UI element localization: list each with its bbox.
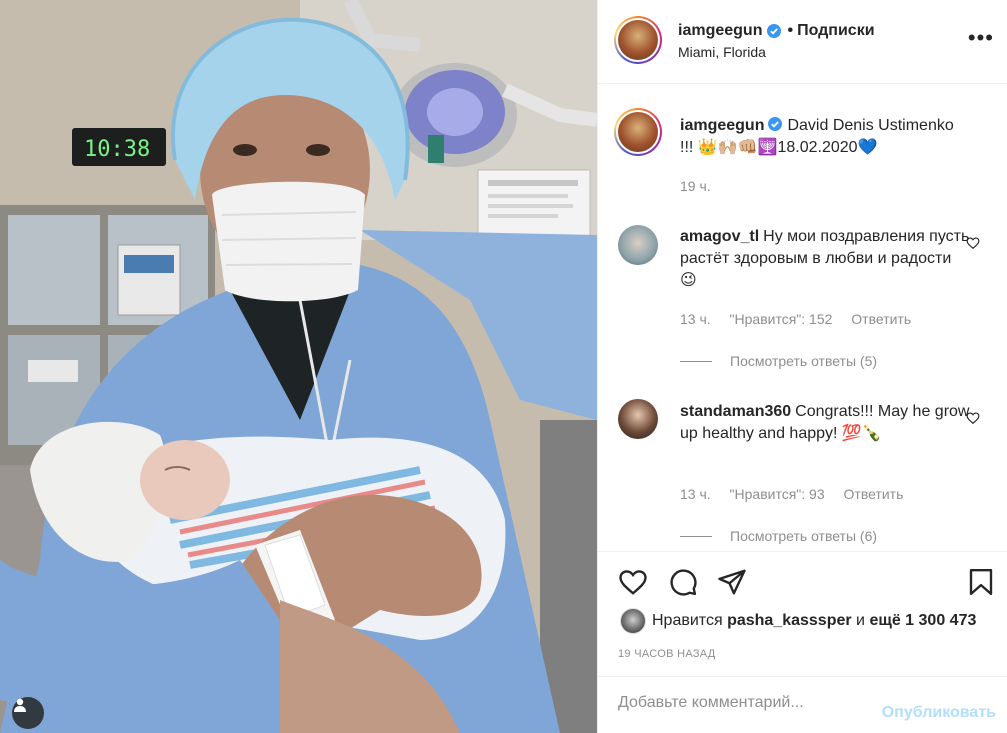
post-panel: iamgeegun • Подписки Miami, Florida ••• … [597, 0, 1007, 733]
view-replies-label: Посмотреть ответы (6) [730, 528, 878, 544]
comment-meta: 13 ч. "Нравится": 93 Ответить [680, 486, 918, 502]
comment-item: standaman360 Congrats!!! May he grow up h… [680, 401, 970, 445]
author-line: iamgeegun • Подписки [678, 22, 875, 40]
liker-avatar[interactable] [620, 608, 646, 634]
reply-button[interactable]: Ответить [851, 311, 911, 327]
comment-input[interactable] [618, 694, 868, 712]
comment-avatar[interactable] [618, 225, 658, 265]
comment-likes[interactable]: "Нравится": 93 [730, 486, 825, 502]
heart-icon[interactable] [618, 567, 648, 597]
post-location[interactable]: Miami, Florida [678, 44, 766, 60]
caption-meta: 19 ч. [680, 178, 726, 194]
author-username[interactable]: iamgeegun [678, 22, 762, 40]
caption-username[interactable]: iamgeegun [680, 117, 764, 134]
comment-icon[interactable] [668, 567, 698, 597]
view-replies-button[interactable]: Посмотреть ответы (5) [680, 353, 877, 369]
comment-likes[interactable]: "Нравится": 152 [730, 311, 833, 327]
bookmark-icon[interactable] [966, 567, 996, 597]
comments-section[interactable]: iamgeegun David Denis Ustimenko !!! 👑🙌🏼👊🏼… [598, 85, 1007, 551]
separator-dot: • [787, 22, 794, 39]
more-icon: ••• [967, 25, 994, 50]
comment-time[interactable]: 13 ч. [680, 486, 711, 502]
likes-prefix: Нравится [652, 612, 723, 629]
share-icon[interactable] [717, 567, 747, 597]
likes-summary: Нравится pasha_kasssper и ещё 1 300 473 [598, 604, 1007, 638]
user-tag-button[interactable] [12, 697, 44, 729]
verified-icon [767, 24, 782, 38]
likes-conjunction: и [856, 612, 865, 629]
comment-like-icon[interactable] [966, 236, 980, 250]
comment-meta: 13 ч. "Нравится": 152 Ответить [680, 311, 926, 327]
author-avatar [618, 20, 658, 60]
comment-avatar[interactable] [618, 399, 658, 439]
more-options-button[interactable]: ••• [967, 25, 994, 50]
comment-like-icon[interactable] [966, 411, 980, 425]
post-timestamp[interactable]: 19 часов назад [618, 648, 716, 660]
view-replies-label: Посмотреть ответы (5) [730, 353, 878, 369]
comment-item: amagov_tl Ну мои поздравления пусть растё… [680, 226, 970, 292]
comment-username[interactable]: standaman360 [680, 403, 791, 420]
reply-button[interactable]: Ответить [844, 486, 904, 502]
caption-avatar [618, 112, 658, 152]
post-header: iamgeegun • Подписки Miami, Florida ••• [598, 0, 1007, 84]
photo-illustration: 10:38 [0, 0, 597, 733]
replies-divider [680, 535, 712, 537]
caption: iamgeegun David Denis Ustimenko !!! 👑🙌🏼👊🏼… [680, 115, 970, 159]
post-comment-button[interactable]: Опубликовать [882, 704, 996, 722]
post-photo[interactable]: 10:38 [0, 0, 597, 733]
verified-icon [768, 117, 783, 131]
add-comment-bar: Опубликовать [598, 676, 1007, 733]
author-avatar-ring[interactable] [614, 16, 662, 64]
comment-time[interactable]: 13 ч. [680, 311, 711, 327]
likes-text: Нравится pasha_kasssper и ещё 1 300 473 [652, 612, 976, 630]
clock-display: 10:38 [84, 137, 150, 162]
comment-username[interactable]: amagov_tl [680, 228, 759, 245]
view-replies-button[interactable]: Посмотреть ответы (6) [680, 528, 877, 544]
liker-username[interactable]: pasha_kasssper [727, 612, 852, 629]
user-tag-icon [14, 698, 26, 712]
follow-button[interactable]: Подписки [797, 22, 874, 40]
replies-divider [680, 360, 712, 362]
caption-time[interactable]: 19 ч. [680, 178, 711, 194]
action-bar [598, 551, 1007, 611]
likes-count[interactable]: ещё 1 300 473 [869, 612, 976, 629]
caption-avatar-ring[interactable] [614, 108, 662, 156]
